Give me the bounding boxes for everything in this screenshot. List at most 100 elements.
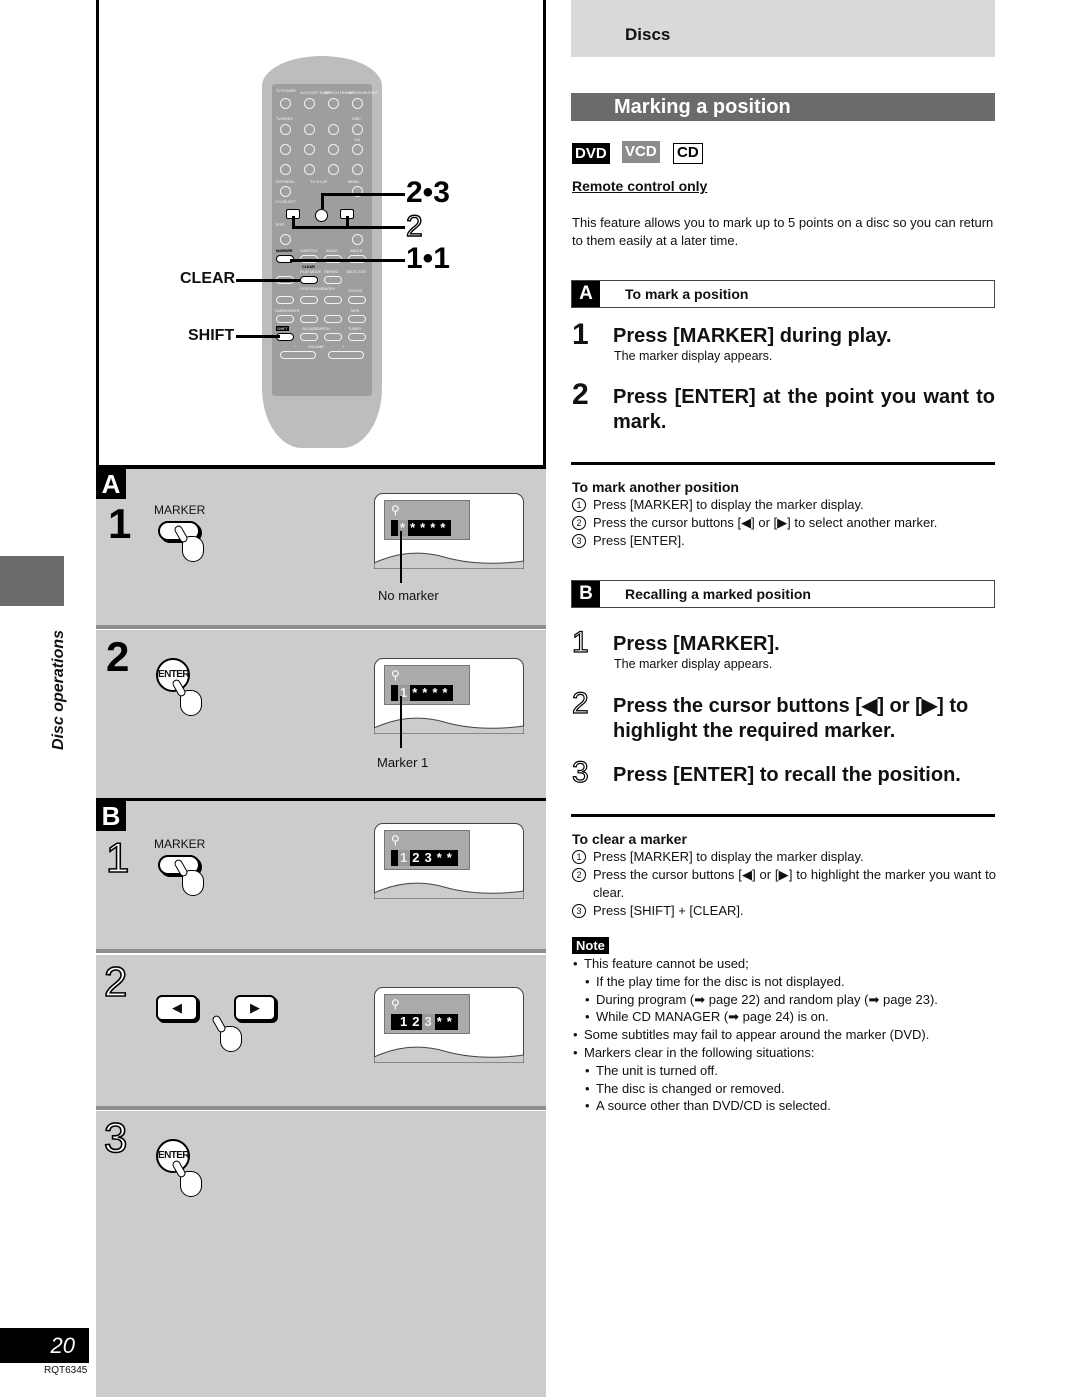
section-side-title: Disc operations: [50, 629, 67, 750]
clear-marker-list: 1 Press [MARKER] to display the marker di…: [572, 848, 996, 920]
marker-display: ⚲ 1 * * * *: [384, 665, 470, 705]
step-number: 1: [105, 833, 130, 882]
step-instruction: Press [MARKER] during play.: [613, 325, 892, 347]
pin-icon: ⚲: [391, 668, 400, 682]
marker-slot: *: [446, 1014, 453, 1029]
note-item: The disc is changed or removed.: [572, 1080, 1002, 1098]
remote-label: SELECTOR: [346, 269, 366, 274]
marker-display: ⚲ 1 2 3 * *: [384, 994, 470, 1034]
tv-screen: ⚲ * * * * *: [374, 493, 524, 569]
callout-line: [290, 259, 405, 262]
step-number: 3: [103, 1113, 128, 1162]
marker-slot: *: [436, 850, 443, 865]
no-marker-label: No marker: [378, 588, 439, 603]
pressing-hand-icon: [182, 536, 204, 562]
pin-icon: ⚲: [391, 997, 400, 1011]
section-b-header: B Recalling a marked position: [571, 580, 995, 608]
remote-button: [324, 296, 342, 304]
remote-button: [324, 276, 342, 284]
remote-button: [352, 124, 363, 135]
remote-label: SUBTITLE: [300, 248, 318, 253]
remote-label: ACTION MUTING: [348, 90, 378, 95]
remote-button: [304, 124, 315, 135]
vcd-badge: VCD: [622, 141, 660, 163]
step-number: 2: [106, 633, 130, 680]
list-item: 1 Press [MARKER] to display the marker di…: [572, 848, 996, 866]
right-cursor-button-illustration: ▶: [234, 995, 276, 1021]
section-b-letter: B: [572, 581, 600, 607]
remote-button: [280, 164, 291, 175]
note-list: This feature cannot be used;If the play …: [572, 955, 1002, 1115]
marker-slot: *: [412, 685, 419, 700]
list-item: 2 Press the cursor buttons [◀] or [▶] to …: [572, 866, 996, 902]
pressing-hand-icon: [220, 1026, 242, 1052]
divider-rule: [571, 462, 995, 465]
remote-button: [280, 234, 291, 245]
remote-button: [304, 98, 315, 109]
remote-label: TAPE: [350, 308, 360, 313]
list-item-text: Press [SHIFT] + [CLEAR].: [593, 903, 744, 918]
remote-only-label: Remote control only: [572, 178, 708, 194]
dvd-badge: DVD: [572, 143, 610, 164]
remote-button: [276, 315, 294, 323]
step-note: The marker display appears.: [614, 657, 773, 671]
callout-marker-steps: 1•1: [406, 242, 450, 275]
list-item: 3 Press [SHIFT] + [CLEAR].: [572, 902, 996, 920]
remote-button: [348, 296, 366, 304]
note-item: This feature cannot be used;: [572, 955, 1002, 973]
remote-button: [280, 98, 291, 109]
remote-label: DISC: [352, 116, 361, 121]
step-number: 1: [108, 500, 132, 547]
remote-button: [328, 164, 339, 175]
section-b-title: Recalling a marked position: [625, 586, 811, 602]
divider: [96, 1106, 546, 1110]
divider-rule: [571, 814, 995, 817]
mark-another-list: 1 Press [MARKER] to display the marker di…: [572, 496, 996, 550]
marker-slot: *: [420, 520, 427, 535]
pressing-hand-icon: [180, 690, 202, 716]
illustration-b-step-1: ⚲ 1 2 3 * *: [96, 801, 546, 949]
remote-label: TOP MENU: [275, 179, 295, 184]
step-number: 1: [572, 318, 589, 351]
marker-caption: MARKER: [154, 503, 206, 517]
list-item: 2 Press the cursor buttons [◀] or [▶] to …: [572, 514, 996, 532]
screen-wave: [374, 717, 524, 734]
remote-button: [300, 315, 318, 323]
marker-1-label: Marker 1: [377, 755, 429, 770]
circled-number: 3: [572, 534, 586, 548]
tv-screen: ⚲ 1 * * * *: [374, 658, 524, 734]
list-item-text: Press [MARKER] to display the marker dis…: [593, 497, 864, 512]
marker-slot: *: [442, 685, 449, 700]
remote-label: REPEAT: [324, 269, 339, 274]
step-note: The marker display appears.: [614, 349, 773, 363]
callout-line: [236, 279, 300, 282]
divider: [96, 625, 546, 629]
remote-label: SHIFT: [276, 326, 289, 331]
marker-slot: 3: [422, 1014, 435, 1030]
remote-volume-down: [280, 351, 316, 359]
callout-line: [321, 193, 324, 209]
screen-wave: [374, 882, 524, 899]
remote-label: MENU: [348, 179, 359, 184]
remote-volume-up: [328, 351, 364, 359]
illustration-a-step-1: ⚲ * * * * * No marker: [96, 469, 546, 625]
remote-button: [352, 234, 363, 245]
tv-screen: ⚲ 1 2 3 * *: [374, 987, 524, 1063]
remote-button: [324, 333, 342, 341]
tv-screen: ⚲ 1 2 3 * *: [374, 823, 524, 899]
remote-button: [304, 144, 315, 155]
pin-icon: ⚲: [391, 833, 400, 847]
step-number: 2: [571, 686, 589, 720]
section-b-letter: B: [96, 801, 126, 831]
remote-control-face: TV POWER AUTO OFF SLEEP MIX 2CH DIMMER A…: [272, 84, 378, 396]
remote-label: TV/VIDEO: [276, 116, 294, 121]
step-instruction: Press the cursor buttons [◀] or [▶] to h…: [613, 695, 969, 742]
marker-slot: 1: [400, 1014, 409, 1029]
page-number: 20: [0, 1328, 89, 1363]
remote-label: ≥10: [354, 137, 361, 142]
pressing-hand-icon: [182, 870, 204, 896]
remote-label: PLAY MODE: [300, 269, 322, 274]
marker-slot: 3: [424, 850, 433, 865]
section-a-header: A To mark a position: [571, 280, 995, 308]
marker-slot: *: [436, 1014, 443, 1029]
